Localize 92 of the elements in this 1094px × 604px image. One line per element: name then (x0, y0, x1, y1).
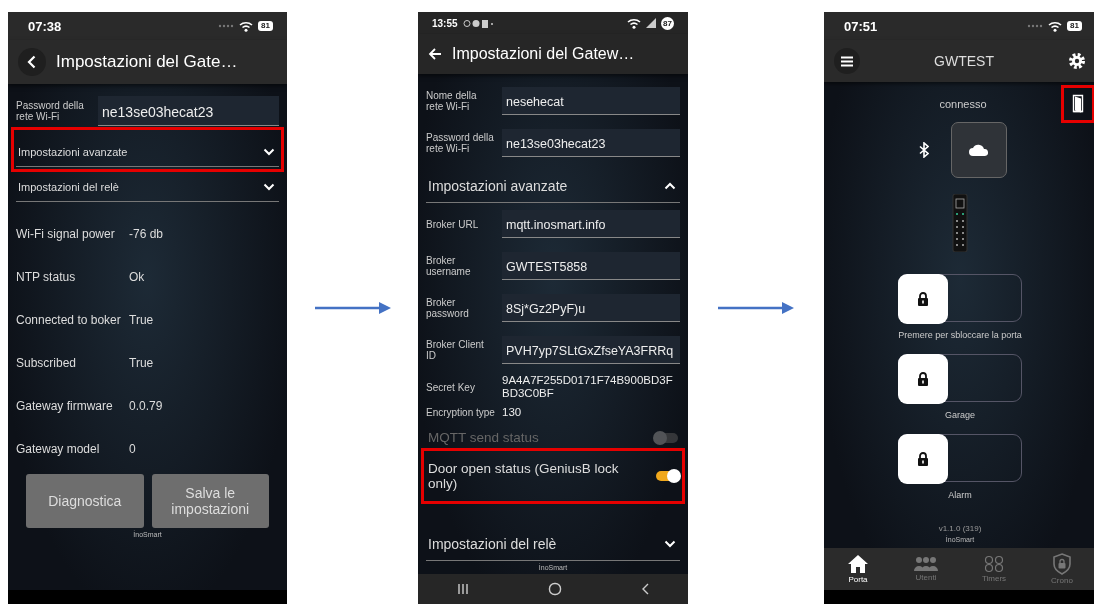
info-value: True (129, 312, 154, 327)
chevron-down-icon[interactable] (664, 540, 676, 548)
input-field[interactable]: mqtt.inosmart.info (502, 210, 680, 238)
shield-lock-icon[interactable] (1052, 553, 1072, 575)
users-icon[interactable] (913, 556, 939, 572)
home-icon[interactable] (847, 554, 869, 574)
back-arrow-icon[interactable] (428, 48, 442, 60)
info-label: Subscribed (16, 355, 78, 370)
accordion-title: Impostazioni avanzate (18, 146, 129, 158)
slide-switch[interactable] (898, 274, 1022, 322)
signal-dots-icon (1027, 24, 1044, 28)
back-button[interactable] (18, 48, 46, 76)
chevron-down-icon[interactable] (263, 148, 275, 156)
switch-label: Alarm (948, 490, 972, 500)
toggle-label: MQTT send status (428, 430, 540, 445)
accordion-title: Impostazioni avanzate (428, 178, 569, 194)
page-title: GWTEST (934, 53, 994, 69)
field-label: Broker URL (426, 218, 480, 230)
input-field[interactable]: PVH7yp7SLtGxZfseYA3FRRq (502, 336, 680, 364)
info-label: Gateway model (16, 441, 101, 456)
input-field[interactable]: nesehecat (502, 87, 680, 115)
lock-icon (917, 371, 929, 387)
slide-switch[interactable] (898, 354, 1022, 402)
field-label: Nome della rete Wi-Fi (426, 90, 478, 112)
version-label: v1.1.0 (319) (938, 524, 982, 533)
info-value: Ok (129, 269, 145, 284)
settings-icon[interactable] (1068, 52, 1086, 70)
wifi-icon (1048, 20, 1063, 32)
input-field[interactable]: 8Sj*Gz2PyF)u (502, 294, 680, 322)
field-label: Password della rete Wi-Fi (16, 100, 85, 122)
battery-indicator: 81 (258, 21, 273, 31)
wifi-icon (239, 20, 254, 32)
input-field[interactable]: ne13se03hecat23 (502, 129, 680, 157)
page-title: Impostazioni del Gate… (56, 52, 238, 72)
field-label: Broker username (426, 255, 472, 277)
lock-icon (917, 451, 929, 467)
cloud-icon[interactable] (968, 143, 990, 157)
signal-icon (646, 18, 656, 28)
back-icon[interactable] (27, 55, 37, 69)
info-value: 9A4A7F255D0171F74B900BD3FBD3C0BF (502, 374, 674, 400)
lock-icon (917, 291, 929, 307)
battery-indicator: 81 (1067, 21, 1082, 31)
status-time: 13:55 (432, 17, 458, 29)
accordion-header[interactable]: Impostazioni avanzate (16, 132, 279, 167)
info-label: Wi-Fi signal power (16, 226, 116, 241)
info-value: -76 db (129, 226, 164, 241)
bluetooth-icon[interactable] (919, 142, 929, 158)
input-field[interactable]: ne13se03hecat23 (98, 96, 279, 126)
field-label: Broker Client ID (426, 339, 485, 361)
door-icon[interactable] (1072, 94, 1084, 114)
switch-label: Premere per sbloccare la porta (898, 330, 1022, 340)
input-field[interactable]: GWTEST5858 (502, 252, 680, 280)
status-time: 07:51 (844, 18, 878, 34)
tab-item[interactable]: Porta (833, 554, 883, 584)
accordion-header[interactable]: Impostazioni del relè (426, 522, 680, 561)
timers-icon[interactable] (984, 555, 1004, 573)
chevron-up-icon[interactable] (664, 182, 676, 190)
field-label: Secret Key (426, 381, 476, 393)
wifi-icon (627, 17, 641, 29)
toggle-switch[interactable] (656, 471, 678, 481)
toggle-label: Door open status (GeniusB lock only) (428, 461, 620, 491)
connection-status: connesso (939, 98, 987, 110)
info-value: 0 (129, 441, 136, 456)
info-value: True (129, 355, 154, 370)
info-value: 130 (502, 406, 523, 419)
field-label: Encryption type (426, 407, 496, 418)
accordion-title: Impostazioni del relè (428, 536, 558, 552)
battery-indicator: 87 (661, 16, 674, 30)
menu-button[interactable] (834, 48, 860, 74)
menu-icon[interactable] (840, 55, 854, 67)
info-label: NTP status (16, 269, 77, 284)
accordion-header[interactable]: Impostazioni avanzate (426, 164, 680, 203)
slide-switch[interactable] (898, 434, 1022, 482)
field-label: Broker password (426, 297, 470, 319)
chevron-down-icon[interactable] (263, 183, 275, 191)
signal-dots-icon (218, 24, 235, 28)
notification-icons (462, 18, 493, 28)
info-value: 0.0.79 (129, 398, 163, 413)
info-label: Connected to boker (16, 312, 122, 327)
status-time: 07:38 (28, 18, 62, 34)
back-chevron-icon[interactable] (640, 583, 649, 595)
accordion-title: Impostazioni del relè (18, 181, 120, 193)
field-label: Password della rete Wi-Fi (426, 132, 495, 154)
recent-apps-icon[interactable] (457, 583, 470, 595)
action-button[interactable]: Salva le impostazioni (151, 474, 269, 528)
cloud-button[interactable] (951, 122, 1007, 178)
switch-label: Garage (945, 410, 975, 420)
action-button[interactable]: Diagnostica (26, 474, 144, 528)
accordion-header[interactable]: Impostazioni del relè (16, 167, 279, 202)
page-title: Impostazioni del Gatew… (452, 45, 635, 63)
keypad-device-drawing (952, 194, 968, 252)
info-label: Gateway firmware (16, 398, 114, 413)
